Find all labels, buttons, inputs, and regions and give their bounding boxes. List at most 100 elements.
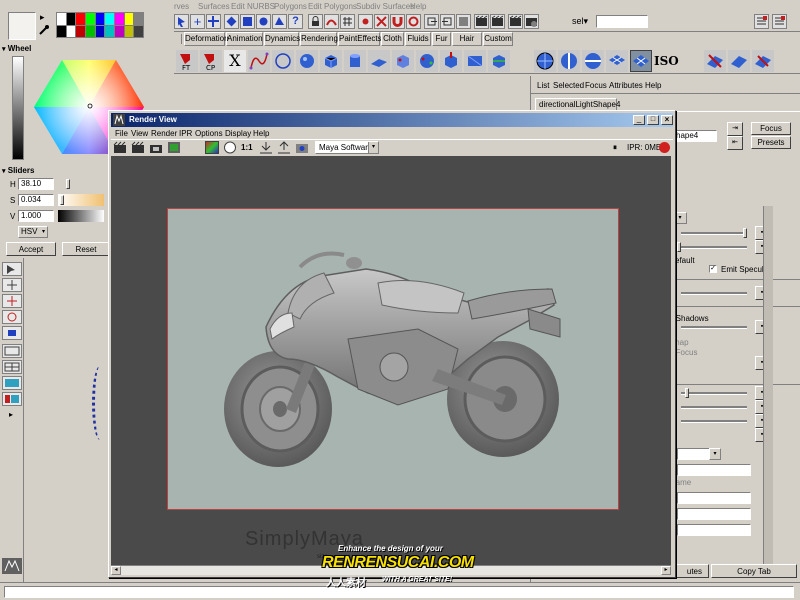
select-tool-icon[interactable] xyxy=(2,262,22,276)
cylinder-icon[interactable] xyxy=(344,50,366,72)
ae-slider-b[interactable] xyxy=(681,246,747,249)
scale-tool-icon[interactable] xyxy=(2,326,22,340)
mask-icon[interactable] xyxy=(224,14,239,29)
menu-surfaces[interactable]: Surfaces xyxy=(198,2,230,11)
eyedropper-icon[interactable] xyxy=(38,24,50,36)
color-swatch[interactable] xyxy=(124,25,134,37)
sphere-split-icon[interactable] xyxy=(558,50,580,72)
ae-slider-b-thumb[interactable] xyxy=(677,242,681,252)
output-ops-icon[interactable] xyxy=(440,14,455,29)
rv-menu-options[interactable]: Options xyxy=(195,129,223,138)
rv-menu-view[interactable]: View xyxy=(131,129,148,138)
mode-dropdown[interactable]: HSV ▾ xyxy=(18,226,48,238)
ae-field-e[interactable] xyxy=(677,524,751,536)
ae-slider-e-thumb[interactable] xyxy=(685,388,689,398)
color-swatch[interactable] xyxy=(57,13,66,25)
red-arrow-ft-icon[interactable]: FT xyxy=(176,50,198,72)
ae-slider-d[interactable] xyxy=(681,326,747,329)
rv-menu-file[interactable]: File xyxy=(115,129,128,138)
color-swatch[interactable] xyxy=(76,25,85,37)
ae-menu-list[interactable]: List xyxy=(537,81,549,90)
ipr-render-icon[interactable] xyxy=(131,141,145,154)
ae-copy-icon[interactable]: ⇤ xyxy=(727,136,743,150)
rotate-tool-icon[interactable] xyxy=(2,310,22,324)
ae-menu-focus[interactable]: Focus xyxy=(585,81,607,90)
rv-menu-display[interactable]: Display xyxy=(225,129,251,138)
h-slider-thumb[interactable] xyxy=(66,179,70,189)
stop-render-icon[interactable] xyxy=(659,142,670,153)
color-swatch[interactable] xyxy=(66,25,76,37)
renderer-dropdown[interactable]: Maya Software ▾ xyxy=(315,141,379,154)
color-swatch[interactable] xyxy=(124,13,134,25)
tab-rendering[interactable]: Rendering xyxy=(300,32,338,46)
toggle-panel-a-icon[interactable] xyxy=(754,14,769,29)
selection-mode-label[interactable]: sel▾ xyxy=(572,16,588,27)
magnet-alt-icon[interactable] xyxy=(406,14,421,29)
layout-persp-icon[interactable] xyxy=(2,376,22,390)
menu-edit-polygons[interactable]: Edit Polygons xyxy=(308,2,357,11)
v-value-field[interactable]: 1.000 xyxy=(18,210,54,222)
color-swatch-palette[interactable] xyxy=(56,12,144,38)
deform-icon[interactable] xyxy=(272,14,287,29)
curve-tool-icon[interactable] xyxy=(248,50,270,72)
ae-dropdown-b[interactable]: ▾ xyxy=(709,448,721,460)
tab-fur[interactable]: Fur xyxy=(432,32,451,46)
extrude-icon[interactable] xyxy=(440,50,462,72)
tab-hair[interactable]: Hair xyxy=(452,32,482,46)
menu-help[interactable]: Help xyxy=(410,2,426,11)
color-swatch[interactable] xyxy=(57,25,66,37)
color-swatch[interactable] xyxy=(115,13,124,25)
layout-outliner-icon[interactable] xyxy=(2,392,22,406)
construction-history-icon[interactable] xyxy=(456,14,471,29)
lasso-tool-icon[interactable] xyxy=(2,278,22,292)
color-swatch[interactable] xyxy=(134,13,143,25)
refresh-ipr-icon[interactable] xyxy=(149,141,163,154)
rv-menu-ipr[interactable]: IPR xyxy=(179,129,192,138)
ae-focus-button[interactable]: Focus xyxy=(751,122,791,135)
move-tool-icon[interactable] xyxy=(2,294,22,308)
split-icon[interactable] xyxy=(488,50,510,72)
iso-uv-icon[interactable]: ISO UV xyxy=(654,50,698,90)
circle-icon[interactable] xyxy=(272,50,294,72)
color-swatch[interactable] xyxy=(95,25,105,37)
keep-image-icon[interactable] xyxy=(259,141,273,154)
bevel-icon[interactable] xyxy=(464,50,486,72)
ae-menu-selected[interactable]: Selected xyxy=(553,81,584,90)
lock-icon[interactable] xyxy=(308,14,323,29)
s-slider[interactable] xyxy=(58,194,104,206)
render-region-icon[interactable] xyxy=(167,141,181,154)
menu-curves[interactable]: rves xyxy=(174,2,189,11)
emit-specular-checkbox[interactable]: ✓ xyxy=(709,265,717,273)
scroll-right-icon[interactable]: ▸ xyxy=(661,566,671,575)
color-swatch[interactable] xyxy=(66,13,76,25)
render-globals-icon[interactable] xyxy=(508,14,523,29)
poly-sphere-icon[interactable] xyxy=(416,50,438,72)
magnet-icon[interactable] xyxy=(390,14,405,29)
sphere-grid-icon[interactable] xyxy=(534,50,556,72)
rv-menu-render[interactable]: Render xyxy=(151,129,177,138)
checker-b-icon[interactable] xyxy=(630,50,652,72)
tab-cloth[interactable]: Cloth xyxy=(381,32,404,46)
remove-image-icon[interactable] xyxy=(277,141,291,154)
color-swatch[interactable] xyxy=(95,13,105,25)
reset-button[interactable]: Reset xyxy=(62,242,110,256)
scroll-left-icon[interactable]: ◂ xyxy=(111,566,121,575)
layout-four-icon[interactable] xyxy=(2,360,22,374)
red-arrow-cp-icon[interactable]: CP xyxy=(200,50,222,72)
copy-tab-button[interactable]: Copy Tab xyxy=(711,564,797,578)
ae-slider-c[interactable] xyxy=(681,292,747,295)
menu-polygons[interactable]: Polygons xyxy=(274,2,307,11)
sphere-cut-icon[interactable] xyxy=(582,50,604,72)
tab-deformation[interactable]: Deformation xyxy=(184,32,229,46)
component-icon[interactable] xyxy=(240,14,255,29)
ae-slider-f[interactable] xyxy=(681,406,747,409)
redo-render-icon[interactable] xyxy=(113,141,127,154)
ae-field-d[interactable] xyxy=(677,508,751,520)
x-tool-icon[interactable]: X xyxy=(224,50,246,72)
toggle-panel-b-icon[interactable] xyxy=(772,14,787,29)
h-value-field[interactable]: 38.10 xyxy=(18,178,54,190)
tab-dynamics[interactable]: Dynamics xyxy=(264,32,300,46)
sphere-icon[interactable] xyxy=(296,50,318,72)
cube-icon[interactable] xyxy=(320,50,342,72)
ae-field-c[interactable] xyxy=(677,492,751,504)
